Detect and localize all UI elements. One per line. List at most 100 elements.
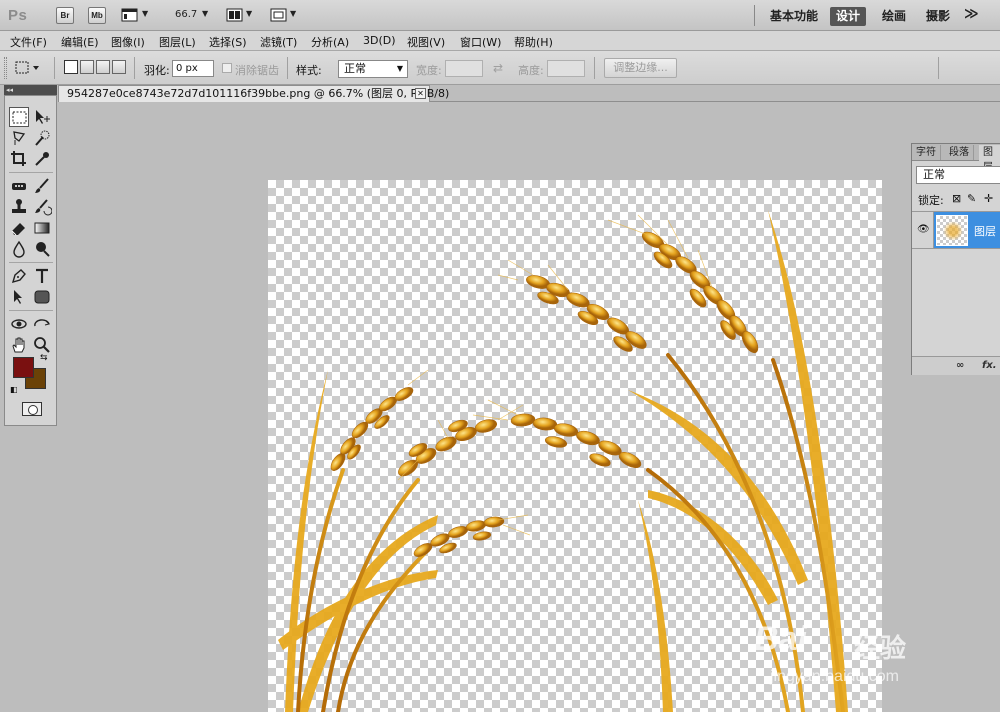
foreground-color-swatch[interactable] xyxy=(13,357,34,378)
menu-view[interactable]: 视图(V) xyxy=(407,34,445,50)
tab-character[interactable]: 字符 xyxy=(912,145,941,160)
move-tool[interactable] xyxy=(32,107,52,127)
swap-dimensions-icon[interactable]: ⇄ xyxy=(493,61,503,75)
subtract-from-selection-button[interactable] xyxy=(96,60,110,74)
menu-window[interactable]: 窗口(W) xyxy=(460,34,501,50)
menu-image[interactable]: 图像(I) xyxy=(111,34,145,50)
clone-stamp-tool[interactable] xyxy=(9,197,29,217)
close-icon[interactable]: ✕ xyxy=(415,88,426,99)
history-brush-tool[interactable] xyxy=(32,197,53,217)
quick-mask-button[interactable] xyxy=(22,402,42,416)
new-selection-button[interactable] xyxy=(64,60,78,74)
width-input[interactable] xyxy=(445,60,483,77)
layer-name: 图层 0 xyxy=(974,225,1000,238)
document-tab-title: 954287e0ce8743e72d7d101116f39bbe.png @ 6… xyxy=(67,87,450,100)
menu-select[interactable]: 选择(S) xyxy=(209,34,247,50)
gradient-tool[interactable] xyxy=(32,218,52,238)
dodge-tool[interactable] xyxy=(32,239,52,259)
shape-tool[interactable] xyxy=(32,287,52,307)
wheat-illustration xyxy=(278,210,848,712)
screen-mode-icon[interactable] xyxy=(270,7,288,24)
menu-file[interactable]: 文件(F) xyxy=(10,34,47,50)
chevron-down-icon[interactable]: ▼ xyxy=(142,9,148,18)
feather-input[interactable]: 0 px xyxy=(172,60,214,77)
tools-panel: ⇆ ◧ xyxy=(4,95,57,426)
default-colors-icon[interactable]: ◧ xyxy=(10,385,18,394)
divider xyxy=(134,57,135,79)
tab-layers[interactable]: 图层 xyxy=(979,145,1000,173)
chevron-down-icon[interactable]: ▼ xyxy=(202,9,208,18)
chevron-down-icon: ▼ xyxy=(396,64,403,73)
tool-preset-picker[interactable] xyxy=(14,60,42,76)
document-canvas[interactable] xyxy=(268,180,882,712)
swap-colors-icon[interactable]: ⇆ xyxy=(40,353,48,363)
lock-label: 锁定: xyxy=(918,194,944,207)
application-bar: Ps Br Mb ▼ 66.7 ▼ ▼ ▼ 基本功能 设计 绘画 摄影 ≫ xyxy=(0,0,1000,31)
eye-icon: 👁 xyxy=(917,224,930,235)
bridge-button[interactable]: Br xyxy=(56,7,74,24)
height-input[interactable] xyxy=(547,60,585,77)
view-extras-icon[interactable] xyxy=(121,7,139,24)
anti-alias-checkbox[interactable] xyxy=(222,63,232,73)
visibility-toggle[interactable]: 👁 xyxy=(912,212,934,248)
add-to-selection-button[interactable] xyxy=(80,60,94,74)
workspace-design[interactable]: 设计 xyxy=(830,7,867,26)
mini-bridge-button[interactable]: Mb xyxy=(88,7,106,24)
blur-tool[interactable] xyxy=(9,239,29,259)
type-tool[interactable] xyxy=(32,266,52,286)
divider xyxy=(287,57,288,79)
quick-selection-tool[interactable] xyxy=(32,128,52,148)
3d-rotate-tool[interactable] xyxy=(9,314,29,334)
intersect-selection-button[interactable] xyxy=(112,60,126,74)
menu-edit[interactable]: 编辑(E) xyxy=(61,34,99,50)
document-tab[interactable]: 954287e0ce8743e72d7d101116f39bbe.png @ 6… xyxy=(58,85,449,102)
tab-paragraph[interactable]: 段落 xyxy=(945,145,974,160)
lock-position-icon[interactable]: ✛ xyxy=(984,192,993,205)
pen-tool[interactable] xyxy=(9,266,29,286)
options-bar-grip[interactable] xyxy=(4,57,7,79)
menu-3d[interactable]: 3D(D) xyxy=(363,34,396,47)
menu-filter[interactable]: 滤镜(T) xyxy=(260,34,297,50)
layer-thumbnail xyxy=(936,215,968,246)
toolbar-header[interactable]: ◂◂ xyxy=(4,85,57,95)
chevron-down-icon[interactable]: ▼ xyxy=(290,9,296,18)
workspace-essentials[interactable]: 基本功能 xyxy=(764,7,824,26)
more-workspaces-icon[interactable]: ≫ xyxy=(964,6,979,22)
divider xyxy=(9,262,53,263)
feather-label: 羽化: xyxy=(144,64,170,77)
spot-healing-brush-tool[interactable] xyxy=(9,176,29,196)
options-bar: 羽化: 0 px 消除锯齿 样式: 正常 ▼ 宽度: ⇄ 高度: 调整边缘... xyxy=(0,51,1000,85)
workspace-photography[interactable]: 摄影 xyxy=(920,7,956,26)
anti-alias-label: 消除锯齿 xyxy=(235,64,279,77)
brush-tool[interactable] xyxy=(32,176,52,196)
lock-image-pixels-icon[interactable]: ✎ xyxy=(967,192,976,205)
chevron-down-icon[interactable]: ▼ xyxy=(246,9,252,18)
3d-orbit-tool[interactable] xyxy=(32,314,52,334)
menu-analysis[interactable]: 分析(A) xyxy=(311,34,349,50)
layers-panel-footer: ∞ fx. xyxy=(912,356,1000,375)
divider xyxy=(594,57,595,79)
lock-transparent-pixels-icon[interactable]: ⊠ xyxy=(952,192,961,205)
width-label: 宽度: xyxy=(416,64,442,77)
zoom-tool[interactable] xyxy=(32,335,52,355)
refine-edge-button[interactable]: 调整边缘... xyxy=(604,58,677,78)
crop-tool[interactable] xyxy=(9,149,29,169)
panel-tab-strip: 字符 段落 图层 xyxy=(912,144,1000,173)
rectangular-marquee-tool[interactable] xyxy=(9,107,29,127)
path-selection-tool[interactable] xyxy=(9,287,29,307)
divider xyxy=(754,5,755,26)
hand-tool[interactable] xyxy=(9,335,29,355)
eraser-tool[interactable] xyxy=(9,218,29,238)
zoom-level[interactable]: 66.7 xyxy=(175,9,197,20)
blend-mode-select[interactable]: 正常 xyxy=(916,166,1000,184)
layer-row[interactable]: 👁 图层 0 xyxy=(912,211,1000,249)
link-layers-icon[interactable]: ∞ xyxy=(956,360,964,371)
layer-style-icon[interactable]: fx. xyxy=(982,360,997,371)
menu-layer[interactable]: 图层(L) xyxy=(159,34,196,50)
style-select[interactable]: 正常 ▼ xyxy=(338,60,408,78)
workspace-painting[interactable]: 绘画 xyxy=(876,7,912,26)
lasso-tool[interactable] xyxy=(9,128,29,148)
arrange-documents-icon[interactable] xyxy=(226,7,244,24)
menu-help[interactable]: 帮助(H) xyxy=(514,34,553,50)
eyedropper-tool[interactable] xyxy=(32,149,52,169)
